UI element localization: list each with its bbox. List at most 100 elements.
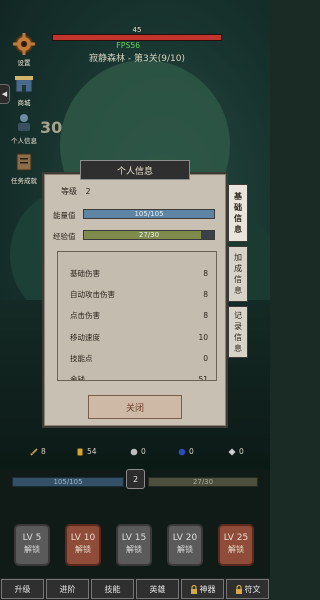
stage-title: 寂静森林 - 第3关(9/10) <box>89 54 185 64</box>
resource-pearl: 0 <box>130 447 146 456</box>
boss-hp-bar <box>52 34 222 41</box>
tab-basic-info[interactable]: 基础信息 <box>228 184 248 242</box>
nav-label: 英雄 <box>149 584 166 594</box>
sapphire-icon <box>178 448 186 455</box>
unlock-row: LV 5 解锁 LV 10 解锁 LV 15 解锁 LV 20 解锁 LV 25… <box>0 524 270 572</box>
sword-icon <box>30 447 38 456</box>
tab-label: 基础信息 <box>234 192 242 234</box>
stat-value: 8 <box>203 289 208 299</box>
nav-label: 升级 <box>14 584 31 594</box>
resource-value: 8 <box>41 447 46 456</box>
profile-label: 个人信息 <box>11 137 37 145</box>
level-row: 等级 2 <box>61 186 91 197</box>
fps-counter: FPS56 <box>115 41 141 50</box>
unlock-level: LV 25 <box>223 533 249 543</box>
player-hp-bar: 105/105 <box>12 477 124 487</box>
unlock-slot-lv25[interactable]: LV 25 解锁 <box>218 524 254 566</box>
boss-hp-text: 45 <box>132 26 142 34</box>
resource-coin: 54 <box>76 447 97 456</box>
nav-label: 神器 <box>199 584 216 594</box>
unlock-slot-lv15[interactable]: LV 15 解锁 <box>116 524 152 566</box>
character-icon <box>12 110 36 134</box>
player-level-badge: 2 <box>126 469 145 489</box>
nav-runes[interactable]: 符文 <box>226 579 269 599</box>
unlock-label: 解锁 <box>75 545 91 554</box>
level-value: 2 <box>85 187 91 196</box>
exp-text: 27/30 <box>138 231 160 239</box>
resource-value: 0 <box>239 447 244 456</box>
unlock-label: 解锁 <box>24 545 40 554</box>
stat-row-base-damage: 基础伤害 8 <box>70 263 208 283</box>
resource-value: 0 <box>141 447 146 456</box>
stat-value: 51 <box>198 374 208 381</box>
energy-text: 105/105 <box>134 210 164 218</box>
profile-button[interactable]: 个人信息 <box>6 110 42 145</box>
stat-label: 自动攻击伤害 <box>70 289 115 299</box>
unlock-level: LV 20 <box>172 533 198 543</box>
unlock-level: LV 5 <box>22 533 42 543</box>
gear-icon <box>12 32 36 56</box>
resource-sword: 8 <box>30 447 46 456</box>
pearl-icon <box>130 448 138 455</box>
resource-value: 0 <box>189 447 194 456</box>
exp-label: 经验值 <box>53 232 76 241</box>
stat-row-gold: 金钱 51 <box>70 369 208 381</box>
unlock-label: 解锁 <box>126 545 142 554</box>
stat-label: 移动速度 <box>70 332 100 342</box>
nav-skills[interactable]: 技能 <box>91 579 134 599</box>
quests-button[interactable]: 任务成就 <box>6 150 42 185</box>
coin-icon <box>77 447 83 456</box>
tab-bonus-info[interactable]: 加成信息 <box>228 246 248 302</box>
nav-label: 符文 <box>244 584 261 594</box>
lock-icon <box>235 584 242 594</box>
shop-label: 商城 <box>17 99 31 107</box>
tab-label: 记录信息 <box>234 311 242 353</box>
unlock-level: LV 10 <box>70 533 96 543</box>
close-button[interactable]: 关闭 <box>88 395 182 419</box>
shop-icon <box>12 72 36 96</box>
dialog-title: 个人信息 <box>80 160 190 180</box>
stats-list[interactable]: 基础伤害 8 自动攻击伤害 8 点击伤害 8 移动速度 10 技能点 0 金钱 … <box>57 251 217 381</box>
nav-artifacts[interactable]: 神器 <box>181 579 224 599</box>
nav-label: 技能 <box>104 584 121 594</box>
stat-row-click-damage: 点击伤害 8 <box>70 305 208 325</box>
stat-label: 技能点 <box>70 353 93 363</box>
tab-label: 加成信息 <box>234 253 242 295</box>
exp-bar: 27/30 <box>83 230 215 240</box>
energy-bar: 105/105 <box>83 209 215 219</box>
unlock-level: LV 15 <box>121 533 147 543</box>
unlock-slot-lv20[interactable]: LV 20 解锁 <box>167 524 203 566</box>
quest-icon <box>12 150 36 174</box>
tab-record-info[interactable]: 记录信息 <box>228 306 248 358</box>
stat-row-move-speed: 移动速度 10 <box>70 327 208 347</box>
quests-label: 任务成就 <box>11 177 37 185</box>
settings-button[interactable]: 设置 <box>6 32 42 67</box>
shop-button[interactable]: 商城 <box>6 72 42 107</box>
unlock-slot-lv10[interactable]: LV 10 解锁 <box>65 524 101 566</box>
stat-row-auto-damage: 自动攻击伤害 8 <box>70 284 208 304</box>
lock-icon <box>190 584 197 594</box>
resource-sapphire: 0 <box>178 447 194 456</box>
background-number: 30 <box>40 118 63 137</box>
stat-label: 点击伤害 <box>70 310 100 320</box>
unlock-label: 解锁 <box>228 545 244 554</box>
unlock-label: 解锁 <box>177 545 193 554</box>
stat-value: 8 <box>203 268 208 278</box>
nav-advance[interactable]: 进阶 <box>46 579 89 599</box>
nav-upgrade[interactable]: 升级 <box>1 579 44 599</box>
diamond-icon <box>228 448 236 455</box>
stat-row-skill-points: 技能点 0 <box>70 348 208 368</box>
level-label: 等级 <box>61 187 77 196</box>
stat-value: 8 <box>203 310 208 320</box>
resource-value: 54 <box>87 447 97 456</box>
player-xp-bar: 27/30 <box>148 477 258 487</box>
energy-label: 能量值 <box>53 211 76 220</box>
unlock-slot-lv5[interactable]: LV 5 解锁 <box>14 524 50 566</box>
stat-label: 基础伤害 <box>70 268 100 278</box>
bottom-nav: 升级 进阶 技能 英雄 神器 符文 <box>0 578 270 600</box>
nav-heroes[interactable]: 英雄 <box>136 579 179 599</box>
stat-value: 0 <box>203 353 208 363</box>
stat-value: 10 <box>198 332 208 342</box>
stat-label: 金钱 <box>70 374 85 381</box>
resource-diamond: 0 <box>228 447 244 456</box>
